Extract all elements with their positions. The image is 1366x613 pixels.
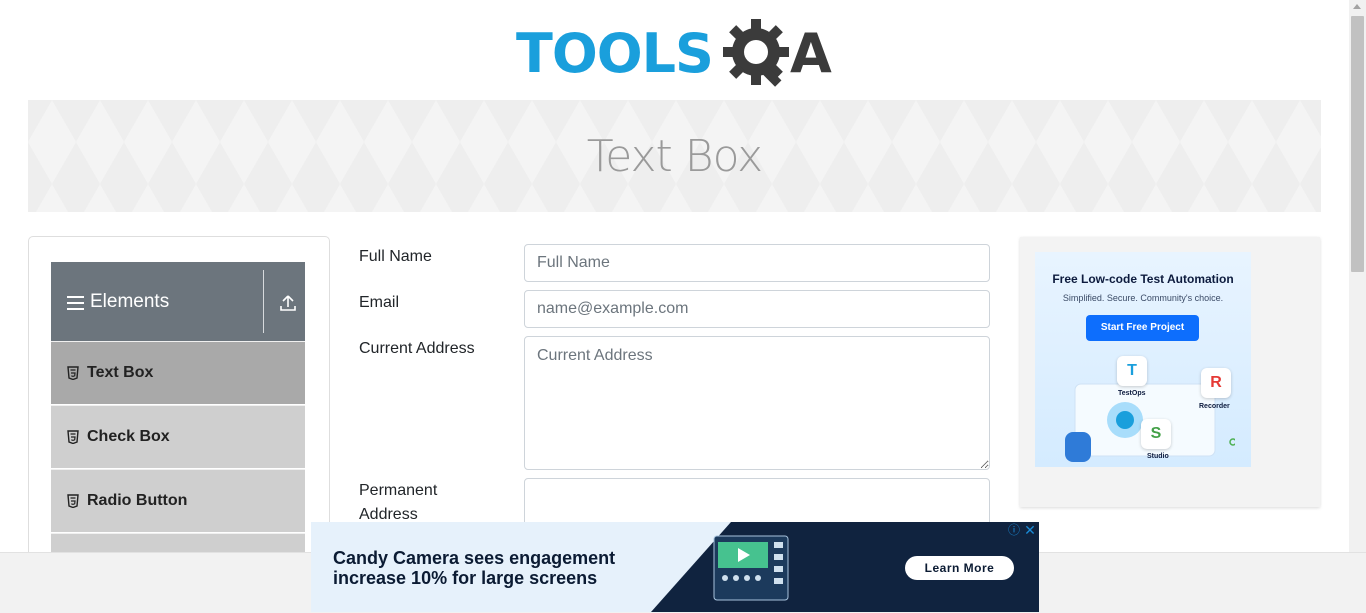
start-free-project-button[interactable]: Start Free Project bbox=[1086, 315, 1199, 341]
current-address-textarea[interactable] bbox=[524, 336, 990, 470]
ad-subtitle: Simplified. Secure. Community's choice. bbox=[1062, 293, 1224, 303]
permanent-address-label: Permanent Address bbox=[359, 482, 438, 523]
email-input[interactable] bbox=[524, 290, 990, 328]
bottom-ad-headline: Candy Camera sees engagement increase 10… bbox=[333, 548, 616, 588]
left-panel: Elements Text Box Check Box Radio Button bbox=[28, 236, 330, 596]
full-name-input[interactable] bbox=[524, 244, 990, 282]
html5-icon bbox=[67, 494, 79, 508]
bottom-ad[interactable]: Candy Camera sees engagement increase 10… bbox=[311, 522, 1039, 612]
studio-badge-label: Studio bbox=[1147, 453, 1169, 460]
email-label: Email bbox=[359, 294, 400, 311]
group-title: Elements bbox=[90, 291, 170, 312]
page-title: Text Box bbox=[586, 130, 763, 182]
scroll-up-arrow-icon[interactable] bbox=[1353, 4, 1361, 9]
hamburger-icon bbox=[67, 296, 84, 310]
info-icon[interactable]: ⓘ bbox=[1007, 523, 1021, 537]
testops-badge-label: TestOps bbox=[1118, 390, 1146, 397]
close-icon[interactable]: ✕ bbox=[1023, 523, 1037, 537]
ad-headline: Free Low-code Test Automation bbox=[1052, 272, 1234, 286]
sidebar-item-label: Text Box bbox=[87, 364, 154, 381]
page-scrollbar[interactable] bbox=[1349, 0, 1366, 552]
sidebar-item-label: Radio Button bbox=[87, 492, 188, 509]
recorder-badge-icon: R bbox=[1201, 368, 1231, 398]
sidebar-item-text-box[interactable]: Text Box bbox=[51, 341, 305, 404]
learn-more-button[interactable]: Learn More bbox=[905, 556, 1014, 580]
site-logo[interactable]: TOOLS A bbox=[514, 14, 840, 92]
ad-card[interactable]: Free Low-code Test Automation Simplified… bbox=[1035, 252, 1251, 467]
logo-text-a: A bbox=[790, 22, 832, 85]
sidebar-item-check-box[interactable]: Check Box bbox=[51, 405, 305, 468]
html5-icon bbox=[67, 430, 79, 444]
scrollbar-thumb[interactable] bbox=[1351, 16, 1364, 272]
html5-icon bbox=[67, 366, 79, 380]
recorder-badge-label: Recorder bbox=[1199, 403, 1230, 410]
header-divider bbox=[263, 270, 264, 333]
current-address-label: Current Address bbox=[359, 340, 475, 357]
collapse-arrow-icon[interactable] bbox=[279, 294, 297, 312]
right-ad[interactable]: Free Low-code Test Automation Simplified… bbox=[1020, 237, 1320, 507]
sidebar-item-radio-button[interactable]: Radio Button bbox=[51, 469, 305, 532]
page-banner: Text Box bbox=[28, 100, 1321, 212]
sidebar-item-label: Check Box bbox=[87, 428, 170, 445]
elements-group-header[interactable]: Elements bbox=[51, 262, 305, 341]
testops-badge-icon: T bbox=[1117, 356, 1147, 386]
full-name-label: Full Name bbox=[359, 248, 432, 265]
studio-badge-icon: S bbox=[1141, 419, 1171, 449]
logo-text-tools: TOOLS bbox=[516, 22, 714, 85]
